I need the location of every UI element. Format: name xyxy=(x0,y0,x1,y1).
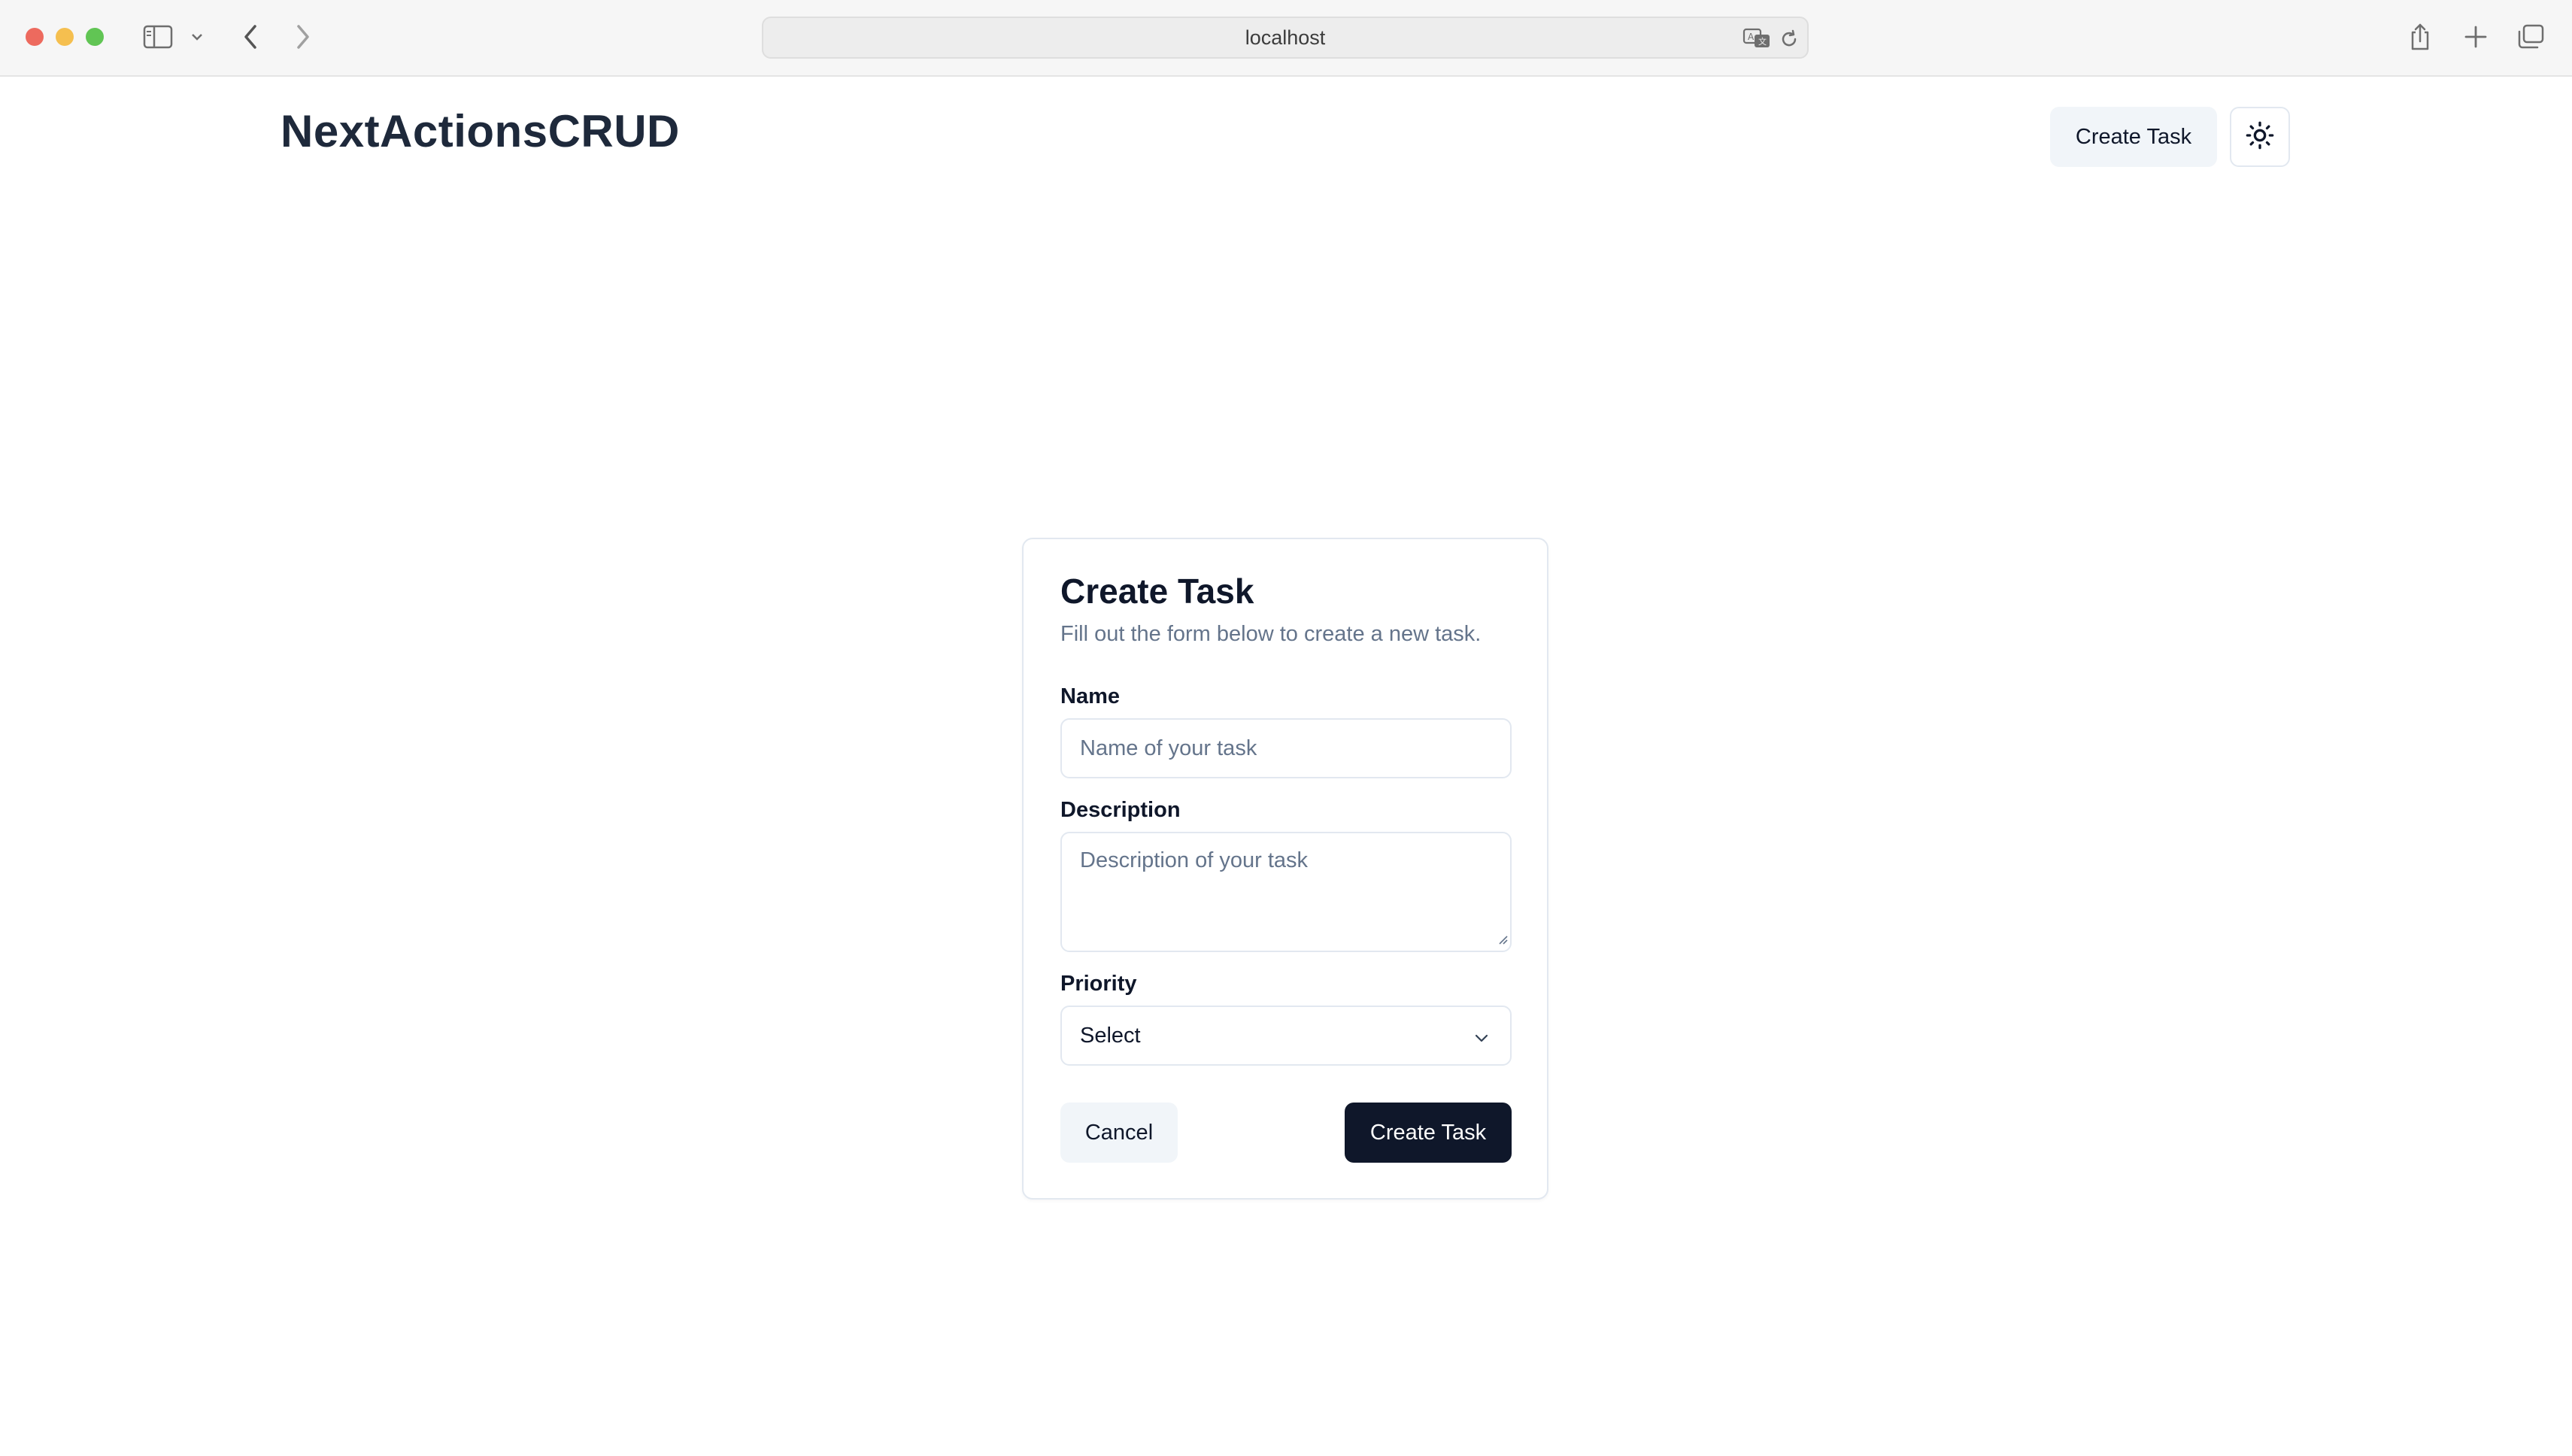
close-window-button[interactable] xyxy=(26,28,44,46)
reload-icon[interactable] xyxy=(1779,29,1800,53)
cancel-button[interactable]: Cancel xyxy=(1060,1103,1178,1163)
header-create-task-button[interactable]: Create Task xyxy=(2050,107,2217,167)
forward-icon[interactable] xyxy=(290,20,316,54)
create-task-card: Create Task Fill out the form below to c… xyxy=(1022,538,1548,1200)
zoom-window-button[interactable] xyxy=(86,28,104,46)
name-input[interactable] xyxy=(1060,718,1512,778)
chevron-down-icon xyxy=(1473,1028,1491,1053)
create-task-submit-button[interactable]: Create Task xyxy=(1345,1103,1512,1163)
minimize-window-button[interactable] xyxy=(56,28,74,46)
svg-text:A: A xyxy=(1748,32,1755,42)
tab-overview-icon[interactable] xyxy=(2515,20,2546,54)
resize-handle-icon[interactable] xyxy=(1497,933,1509,949)
theme-toggle-button[interactable] xyxy=(2230,107,2290,167)
share-icon[interactable] xyxy=(2405,20,2435,54)
back-icon[interactable] xyxy=(238,20,263,54)
sun-icon xyxy=(2245,120,2275,154)
priority-select-value: Select xyxy=(1080,1023,1141,1048)
translate-icon[interactable]: A文 xyxy=(1742,27,1773,53)
address-bar[interactable]: localhost A文 xyxy=(762,17,1809,59)
browser-toolbar: localhost A文 xyxy=(0,0,2572,77)
description-label: Description xyxy=(1060,798,1181,822)
new-tab-icon[interactable] xyxy=(2461,20,2491,54)
card-title: Create Task xyxy=(1060,572,1254,611)
chevron-down-icon[interactable] xyxy=(188,20,206,54)
card-description: Fill out the form below to create a new … xyxy=(1060,622,1482,646)
priority-label: Priority xyxy=(1060,972,1137,996)
svg-text:文: 文 xyxy=(1758,36,1767,47)
description-field-wrapper xyxy=(1060,832,1512,952)
app-title[interactable]: NextActionsCRUD xyxy=(281,105,680,157)
priority-select[interactable]: Select xyxy=(1060,1006,1512,1066)
description-textarea[interactable] xyxy=(1060,832,1512,952)
address-url: localhost xyxy=(1245,26,1326,49)
sidebar-toggle-icon[interactable] xyxy=(141,20,174,54)
name-label: Name xyxy=(1060,684,1120,708)
